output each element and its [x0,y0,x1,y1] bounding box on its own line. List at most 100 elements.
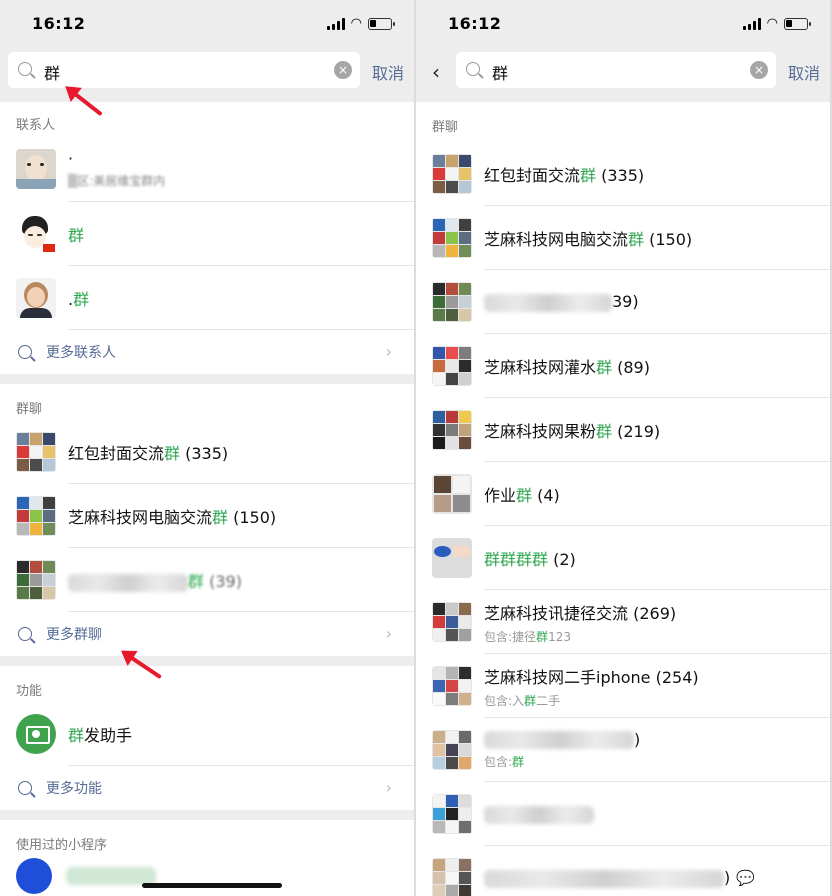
group-count: 39) [612,292,639,312]
function-name: 发助手 [84,726,133,745]
group-row[interactable]: ) 包含:群 [416,718,830,782]
group-name-hl: 群 [596,422,613,441]
group-name-hl: 群 [580,166,597,185]
group-row[interactable]: 红包封面交流群 (335) [0,420,414,484]
wifi-icon: ◠ [350,16,362,31]
group-avatar [432,154,472,194]
group-avatar [432,474,472,514]
more-contacts-label: 更多联系人 [46,345,116,361]
group-row[interactable]: ) 💬 [416,846,830,896]
search-icon [18,781,32,795]
blurred-name [68,573,188,592]
blurred-name [484,293,612,312]
miniprograms-header: 使用过的小程序 [0,820,414,856]
group-count: (150) [644,230,693,249]
group-name: 红包封面交流 [484,166,581,185]
group-row[interactable]: 芝麻科技讯捷径交流 (269) 包含:捷径群123 [416,590,830,654]
cancel-button[interactable]: 取消 [788,60,820,84]
group-sub-tail: 123 [548,629,571,644]
group-row[interactable]: 芝麻科技网二手iphone (254) 包含:入群二手 [416,654,830,718]
search-input[interactable]: 群 × [456,52,776,88]
group-name: 芝麻科技网果粉 [484,422,597,441]
search-query: 群 [492,64,509,83]
group-name-hl: 群群群群 [484,550,549,569]
blurred-name [484,731,634,750]
contact-row[interactable]: 群 [0,202,414,266]
left-screen: 16:12 ◠ 群 × 取消 联系人 · ▒区:美居维宝群内 群 .群 更多联系… [0,0,414,896]
clear-icon[interactable]: × [750,61,768,79]
blurred-name [484,805,594,824]
function-row[interactable]: 群发助手 [0,702,414,766]
battery-icon [784,17,811,30]
group-row[interactable]: 芝麻科技网电脑交流群 (150) [416,206,830,270]
wifi-icon: ◠ [766,16,778,31]
search-icon [18,627,32,641]
group-sub-hl: 群 [512,755,525,770]
group-sub-tail: 二手 [536,693,561,708]
status-time: 16:12 [32,14,86,33]
groups-header: 群聊 [0,384,414,420]
group-name-hl: 群 [516,486,533,505]
groups-header: 群聊 [416,102,830,142]
group-row[interactable]: 芝麻科技网电脑交流群 (150) [0,484,414,548]
group-sub: 包含:入 [484,693,525,708]
chevron-right-icon: › [385,778,392,797]
functions-header: 功能 [0,666,414,702]
signal-icon [326,17,345,30]
chat-bubble-icon: 💬 [736,869,755,888]
more-groups-label: 更多群聊 [46,627,102,643]
function-name-hl: 群 [68,726,85,745]
more-functions-label: 更多功能 [46,781,102,797]
group-row[interactable]: 群 (39) [0,548,414,612]
group-name: 红包封面交流 [68,444,165,463]
group-avatar [16,432,56,472]
group-name-hl: 群 [628,230,645,249]
status-icons: ◠ [742,16,811,31]
search-query: 群 [44,64,61,83]
miniprogram-row[interactable] [0,856,414,896]
group-row[interactable]: 39) [416,270,830,334]
group-avatar [432,794,472,834]
contact-name: 群 [68,226,85,245]
status-bar: 16:12 ◠ [416,0,830,48]
signal-icon [742,17,761,30]
more-functions-link[interactable]: 更多功能 › [0,766,414,810]
group-avatar [432,218,472,258]
group-name-hl: 群 [596,358,613,377]
group-count: (335) [596,166,645,185]
more-groups-link[interactable]: 更多群聊 › [0,612,414,656]
battery-icon [368,17,395,30]
search-icon [466,62,480,76]
more-contacts-link[interactable]: 更多联系人 › [0,330,414,374]
search-input[interactable]: 群 × [8,52,360,88]
cancel-button[interactable]: 取消 [372,60,404,84]
group-name-hl: 群 [212,508,229,527]
group-avatar [432,730,472,770]
contact-row[interactable]: · ▒区:美居维宝群内 [0,136,414,202]
group-count: (150) [228,508,277,527]
contact-name-hl: 群 [73,290,90,309]
blurred-name [484,869,724,888]
contact-row[interactable]: .群 [0,266,414,330]
group-count: (2) [548,550,576,569]
group-row[interactable] [416,782,830,846]
back-icon[interactable]: ‹ [432,60,440,84]
group-row[interactable]: 群群群群 (2) [416,526,830,590]
status-bar: 16:12 ◠ [0,0,414,48]
contact-sub: ▒区:美居维宝群内 [68,174,166,188]
group-row[interactable]: 作业群 (4) [416,462,830,526]
group-count: (89) [612,358,650,377]
group-name: 作业 [484,486,517,505]
group-name-hl: 群 [164,444,181,463]
clear-icon[interactable]: × [334,61,352,79]
group-row[interactable]: 芝麻科技网果粉群 (219) [416,398,830,462]
group-avatar [16,560,56,600]
group-name: 芝麻科技网电脑交流 [68,508,213,527]
group-row[interactable]: 芝麻科技网灌水群 (89) [416,334,830,398]
group-name: 芝麻科技网二手iphone (254) [484,667,699,687]
right-screen: 16:12 ◠ ‹ 群 × 取消 群聊 红包封面交流群 (335) 芝麻科技网电… [416,0,830,896]
group-avatar [432,346,472,386]
search-icon [18,345,32,359]
group-row[interactable]: 红包封面交流群 (335) [416,142,830,206]
group-avatar [432,666,472,706]
